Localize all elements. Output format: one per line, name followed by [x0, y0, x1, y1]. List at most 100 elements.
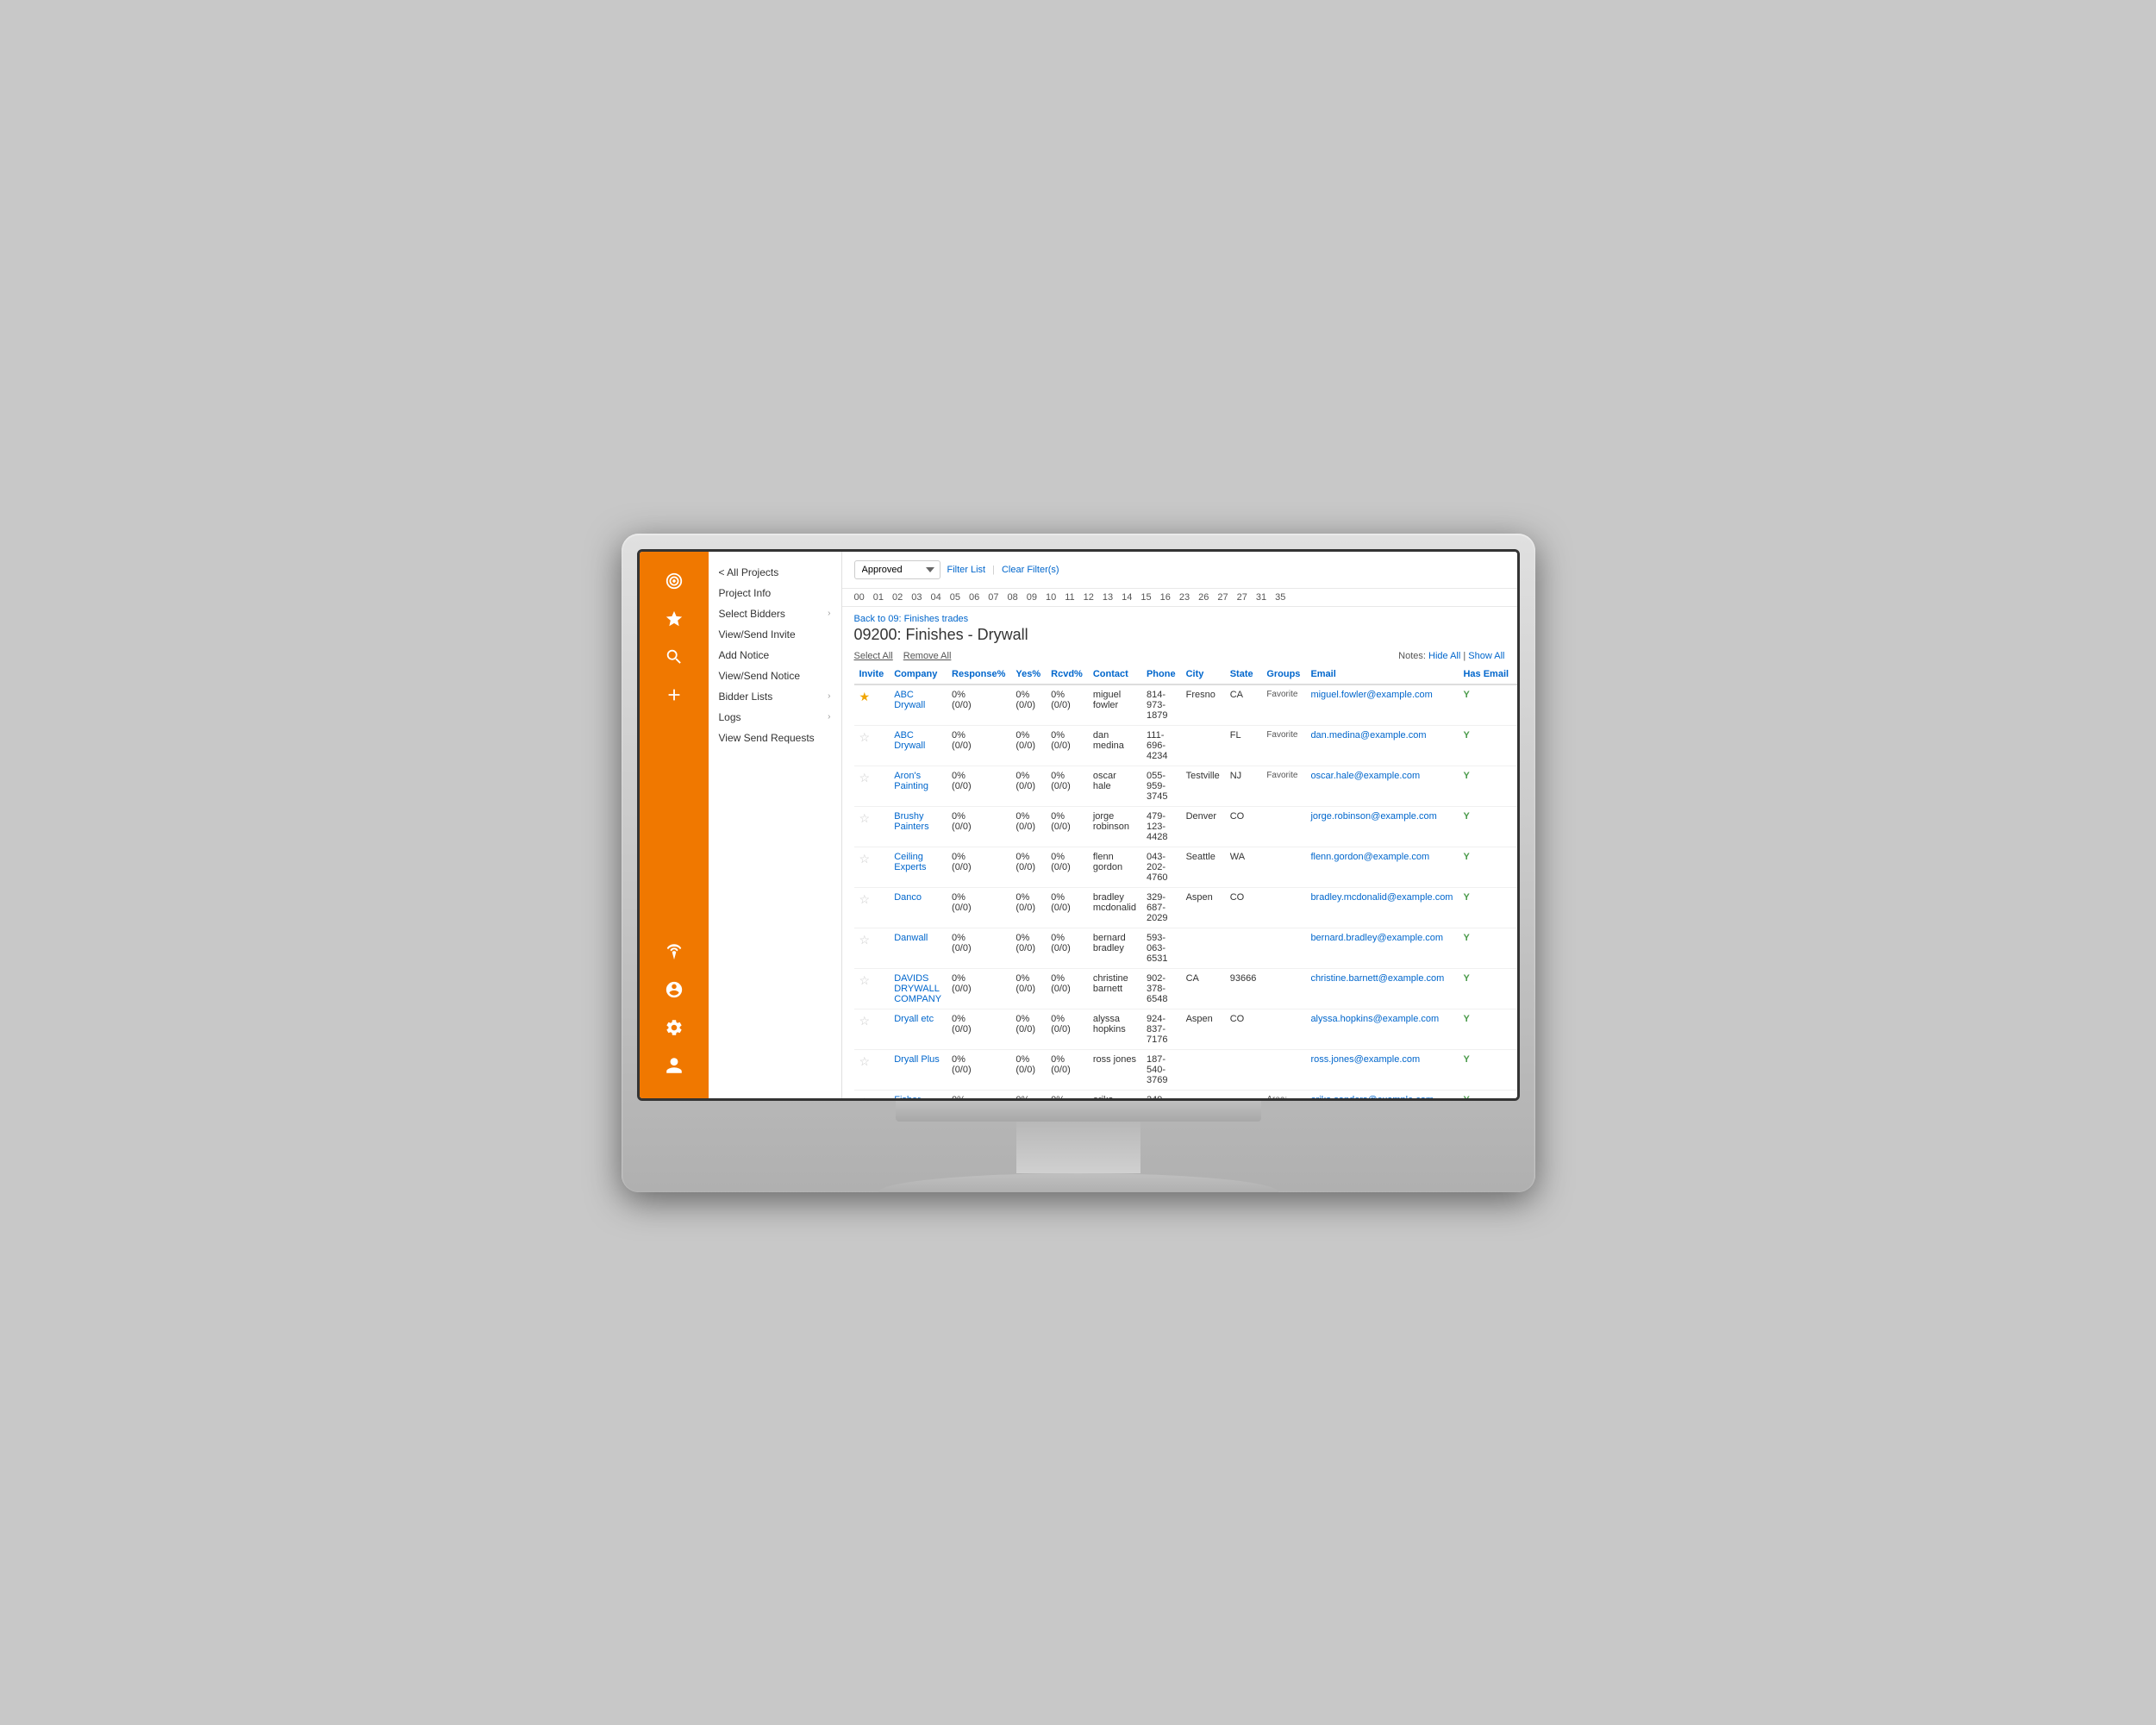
trade-number-08[interactable]: 08: [1008, 592, 1018, 603]
email-cell-5[interactable]: bradley.mcdonalid@example.com: [1305, 887, 1458, 928]
target-icon[interactable]: [659, 566, 690, 597]
invite-star-4[interactable]: ☆: [854, 847, 890, 887]
company-link-6[interactable]: Danwall: [894, 933, 928, 943]
hide-all-link[interactable]: Hide All: [1428, 651, 1460, 661]
table-row: ☆Danco0% (0/0)0% (0/0)0% (0/0)bradley mc…: [854, 887, 1517, 928]
email-cell-9[interactable]: ross.jones@example.com: [1305, 1049, 1458, 1090]
trade-number-35[interactable]: 35: [1275, 592, 1285, 603]
invite-star-5[interactable]: ☆: [854, 887, 890, 928]
star-icon[interactable]: [659, 603, 690, 634]
email-cell-8[interactable]: alyssa.hopkins@example.com: [1305, 1009, 1458, 1049]
trade-number-00[interactable]: 00: [854, 592, 865, 603]
invite-star-6[interactable]: ☆: [854, 928, 890, 968]
company-link-8[interactable]: Dryall etc: [894, 1014, 934, 1024]
invite-star-0[interactable]: ★: [854, 684, 890, 726]
rocket-icon[interactable]: [659, 936, 690, 967]
nav-bidder-lists[interactable]: Bidder Lists›: [709, 686, 841, 707]
trade-number-14[interactable]: 14: [1122, 592, 1132, 603]
invite-star-9[interactable]: ☆: [854, 1049, 890, 1090]
nav-view-send-requests[interactable]: View Send Requests: [709, 728, 841, 748]
nav-all-projects[interactable]: < All Projects: [709, 562, 841, 583]
email-cell-1[interactable]: dan.medina@example.com: [1305, 725, 1458, 766]
col-header-state[interactable]: State: [1225, 665, 1262, 684]
trade-number-03[interactable]: 03: [911, 592, 922, 603]
col-header-contact[interactable]: Contact: [1088, 665, 1141, 684]
select-all-link[interactable]: Select All: [854, 651, 893, 661]
invite-star-1[interactable]: ☆: [854, 725, 890, 766]
trade-number-31[interactable]: 31: [1256, 592, 1266, 603]
breadcrumb[interactable]: Back to 09: Finishes trades: [854, 614, 969, 624]
company-link-2[interactable]: Aron's Painting: [894, 771, 928, 791]
clear-filters-link[interactable]: Clear Filter(s): [1002, 565, 1059, 575]
col-header-groups[interactable]: Groups: [1261, 665, 1305, 684]
col-header-response[interactable]: Response%: [947, 665, 1010, 684]
nav-logs[interactable]: Logs›: [709, 707, 841, 728]
company-link-4[interactable]: Ceiling Experts: [894, 852, 926, 872]
trade-number-06[interactable]: 06: [969, 592, 979, 603]
trade-number-26[interactable]: 26: [1198, 592, 1209, 603]
email-cell-2[interactable]: oscar.hale@example.com: [1305, 766, 1458, 806]
nav-select-bidders[interactable]: Select Bidders›: [709, 603, 841, 624]
email-cell-4[interactable]: flenn.gordon@example.com: [1305, 847, 1458, 887]
trade-number-15[interactable]: 15: [1140, 592, 1151, 603]
state-cell-3: CO: [1225, 806, 1262, 847]
trade-number-07[interactable]: 07: [988, 592, 998, 603]
table-row: ☆Brushy Painters0% (0/0)0% (0/0)0% (0/0)…: [854, 806, 1517, 847]
col-header-notes[interactable]: Notes: [1514, 665, 1516, 684]
state-cell-8: CO: [1225, 1009, 1262, 1049]
gear-icon[interactable]: [659, 1012, 690, 1043]
remove-all-link[interactable]: Remove All: [903, 651, 952, 661]
col-header-hasemail[interactable]: Has Email: [1458, 665, 1514, 684]
yes-cell-4: 0% (0/0): [1010, 847, 1046, 887]
invite-star-2[interactable]: ☆: [854, 766, 890, 806]
email-cell-3[interactable]: jorge.robinson@example.com: [1305, 806, 1458, 847]
trade-number-02[interactable]: 02: [892, 592, 903, 603]
settings-circle-icon[interactable]: [659, 974, 690, 1005]
company-link-0[interactable]: ABC Drywall: [894, 690, 925, 710]
trade-number-12[interactable]: 12: [1084, 592, 1094, 603]
col-header-invite[interactable]: Invite: [854, 665, 890, 684]
email-cell-10[interactable]: erika.sanders@example.com: [1305, 1090, 1458, 1098]
col-header-company[interactable]: Company: [889, 665, 947, 684]
search-icon[interactable]: [659, 641, 690, 672]
trade-number-10[interactable]: 10: [1046, 592, 1056, 603]
company-link-7[interactable]: DAVIDS DRYWALL COMPANY: [894, 973, 941, 1004]
status-filter[interactable]: Approved: [854, 560, 941, 579]
trade-number-16[interactable]: 16: [1160, 592, 1171, 603]
trade-number-09[interactable]: 09: [1027, 592, 1037, 603]
trade-number-04[interactable]: 04: [931, 592, 941, 603]
trade-number-11[interactable]: 11: [1065, 592, 1074, 603]
trade-number-23[interactable]: 23: [1179, 592, 1190, 603]
invite-star-7[interactable]: ☆: [854, 968, 890, 1009]
company-link-3[interactable]: Brushy Painters: [894, 811, 928, 832]
show-all-link[interactable]: Show All: [1468, 651, 1504, 661]
trade-number-27[interactable]: 27: [1237, 592, 1247, 603]
filter-list-link[interactable]: Filter List: [947, 565, 986, 575]
col-header-email[interactable]: Email: [1305, 665, 1458, 684]
nav-view-send-notice[interactable]: View/Send Notice: [709, 666, 841, 686]
nav-project-info[interactable]: Project Info: [709, 583, 841, 603]
response-cell-1: 0% (0/0): [947, 725, 1010, 766]
company-link-9[interactable]: Dryall Plus: [894, 1054, 940, 1065]
col-header-phone[interactable]: Phone: [1141, 665, 1181, 684]
plus-icon[interactable]: [659, 679, 690, 710]
user-icon[interactable]: [659, 1050, 690, 1081]
trade-number-13[interactable]: 13: [1103, 592, 1113, 603]
col-header-rcvd[interactable]: Rcvd%: [1046, 665, 1088, 684]
invite-star-3[interactable]: ☆: [854, 806, 890, 847]
nav-add-notice[interactable]: Add Notice: [709, 645, 841, 666]
trade-number-05[interactable]: 05: [950, 592, 960, 603]
email-cell-7[interactable]: christine.barnett@example.com: [1305, 968, 1458, 1009]
col-header-city[interactable]: City: [1181, 665, 1225, 684]
invite-star-10[interactable]: ☆: [854, 1090, 890, 1098]
company-link-1[interactable]: ABC Drywall: [894, 730, 925, 751]
company-link-10[interactable]: Fisher Drywall: [894, 1095, 925, 1098]
trade-number-01[interactable]: 01: [873, 592, 884, 603]
email-cell-6[interactable]: bernard.bradley@example.com: [1305, 928, 1458, 968]
nav-view-send-invite[interactable]: View/Send Invite: [709, 624, 841, 645]
invite-star-8[interactable]: ☆: [854, 1009, 890, 1049]
col-header-yes[interactable]: Yes%: [1010, 665, 1046, 684]
email-cell-0[interactable]: miguel.fowler@example.com: [1305, 684, 1458, 726]
company-link-5[interactable]: Danco: [894, 892, 922, 903]
trade-number-27[interactable]: 27: [1217, 592, 1228, 603]
